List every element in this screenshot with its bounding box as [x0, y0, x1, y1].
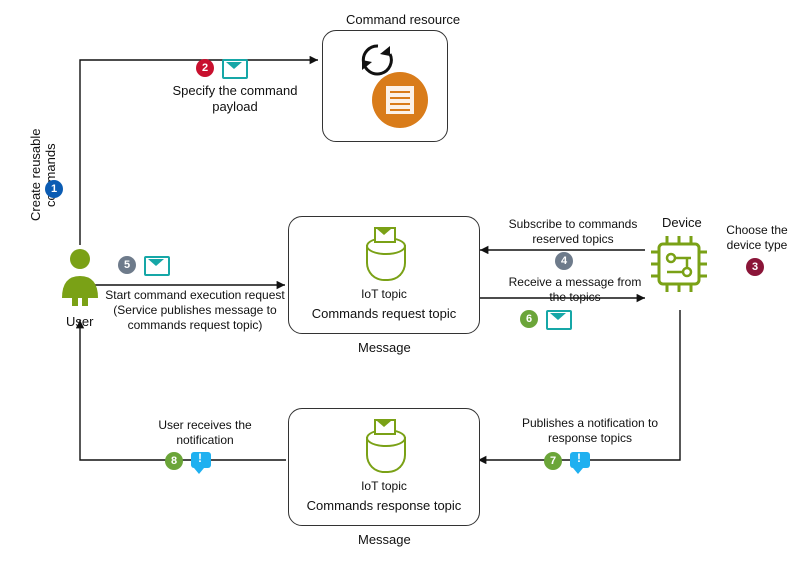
step-8-badge: 8 [165, 452, 183, 470]
step-2-label: Specify the command payload [155, 83, 315, 116]
step-4-badge: 4 [555, 252, 573, 270]
user-label: User [66, 314, 93, 330]
user-icon [58, 246, 102, 306]
response-topic-subtitle: Message [358, 532, 411, 548]
command-resource-icon [330, 38, 440, 134]
command-resource-box [322, 30, 448, 142]
response-topic-box: IoT topic Commands response topic [288, 408, 480, 526]
step-1-label: Create reusable commands [28, 115, 58, 235]
mail-icon-step-6 [546, 310, 572, 330]
request-topic-icon-label: IoT topic [361, 287, 407, 302]
command-resource-title: Command resource [346, 12, 460, 28]
mail-icon-step-5 [144, 256, 170, 276]
step-8-label: User receives the notification [145, 418, 265, 448]
user-node [58, 246, 102, 311]
mail-icon-step-2 [222, 59, 248, 79]
step-6-label: Receive a message from the topics [505, 275, 645, 305]
step-3-badge: 3 [746, 258, 764, 276]
step-5-badge: 5 [118, 256, 136, 274]
request-topic-title: Commands request topic [312, 306, 457, 322]
request-topic-box: IoT topic Commands request topic [288, 216, 480, 334]
chip-icon [647, 232, 711, 296]
step-7-badge: 7 [544, 452, 562, 470]
step-7-label: Publishes a notification to response top… [515, 416, 665, 446]
step-5-label: Start command execution request (Service… [100, 288, 290, 333]
alert-icon-step-7 [570, 452, 590, 468]
response-topic-title: Commands response topic [307, 498, 462, 514]
request-topic-subtitle: Message [358, 340, 411, 356]
alert-icon-step-8 [191, 452, 211, 468]
device-node [647, 232, 711, 301]
device-label: Device [662, 215, 702, 231]
step-1-badge: 1 [45, 180, 63, 198]
step-6-badge: 6 [520, 310, 538, 328]
step-2-badge: 2 [196, 59, 214, 77]
step-3-label: Choose the device type [716, 223, 798, 253]
response-topic-icon-label: IoT topic [361, 479, 407, 494]
step-4-label: Subscribe to commands reserved topics [498, 217, 648, 247]
